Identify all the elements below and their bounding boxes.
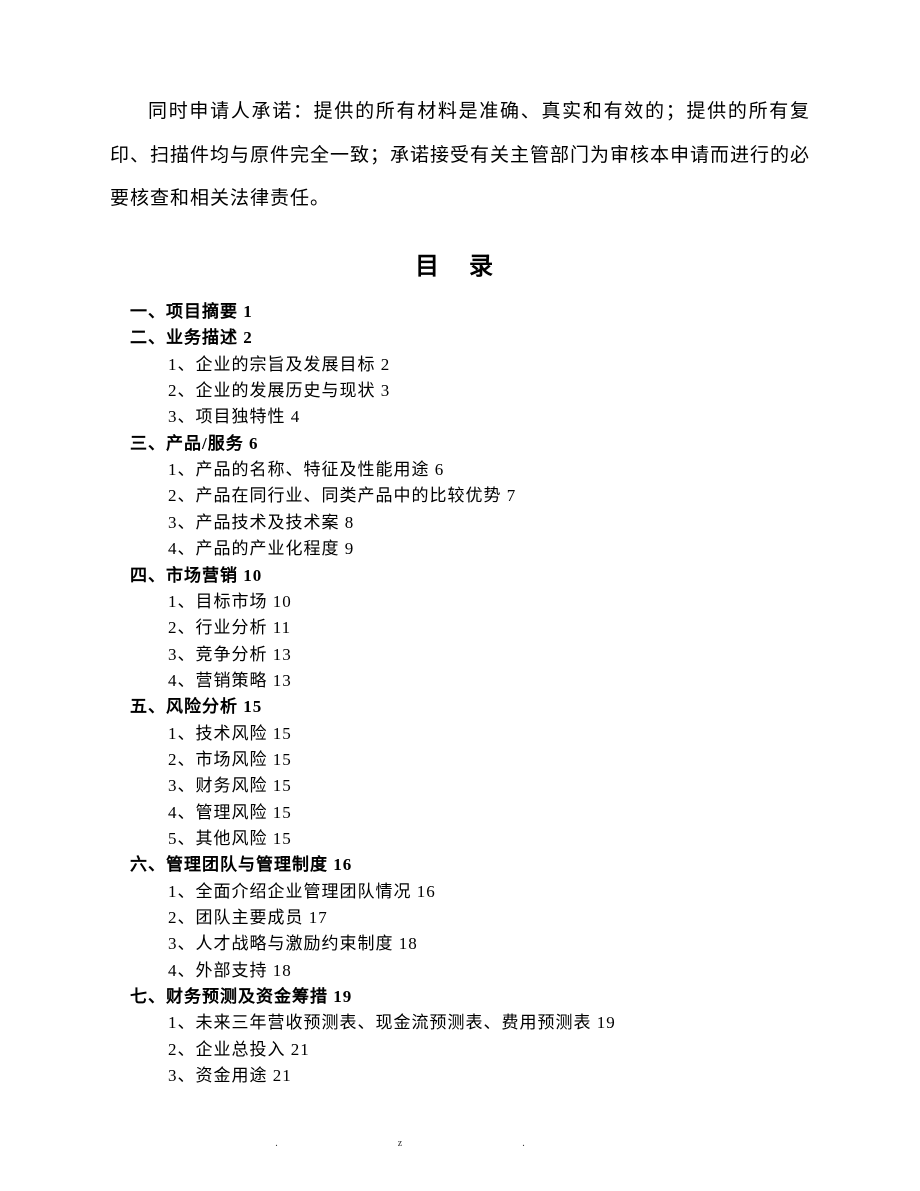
- toc-subsection: 2、团队主要成员 17: [168, 905, 810, 931]
- toc-subsection: 1、企业的宗旨及发展目标 2: [168, 352, 810, 378]
- toc-subsection: 3、资金用途 21: [168, 1063, 810, 1089]
- toc-section: 六、管理团队与管理制度 16: [130, 852, 810, 878]
- toc-subsection: 2、企业的发展历史与现状 3: [168, 378, 810, 404]
- toc-subsection: 3、人才战略与激励约束制度 18: [168, 931, 810, 957]
- toc-subsection: 3、财务风险 15: [168, 773, 810, 799]
- page-footer: .z.: [0, 1138, 920, 1149]
- toc-subsection: 2、行业分析 11: [168, 615, 810, 641]
- footer-mark-left: .: [275, 1138, 398, 1149]
- toc-subsection: 1、目标市场 10: [168, 589, 810, 615]
- toc-subsection: 2、市场风险 15: [168, 747, 810, 773]
- toc-section: 三、产品/服务 6: [130, 431, 810, 457]
- toc-subsection: 1、未来三年营收预测表、现金流预测表、费用预测表 19: [168, 1010, 810, 1036]
- toc-subsection: 4、管理风险 15: [168, 800, 810, 826]
- toc-subsection: 2、企业总投入 21: [168, 1037, 810, 1063]
- toc-section: 四、市场营销 10: [130, 563, 810, 589]
- toc-section: 二、业务描述 2: [130, 325, 810, 351]
- toc-subsection: 4、外部支持 18: [168, 958, 810, 984]
- toc-subsection: 3、项目独特性 4: [168, 404, 810, 430]
- toc-section: 一、项目摘要 1: [130, 299, 810, 325]
- table-of-contents: 一、项目摘要 1二、业务描述 21、企业的宗旨及发展目标 22、企业的发展历史与…: [110, 299, 810, 1089]
- toc-subsection: 1、技术风险 15: [168, 721, 810, 747]
- toc-subsection: 3、竞争分析 13: [168, 642, 810, 668]
- footer-mark-right: z.: [398, 1138, 645, 1149]
- toc-subsection: 3、产品技术及技术案 8: [168, 510, 810, 536]
- toc-subsection: 2、产品在同行业、同类产品中的比较优势 7: [168, 483, 810, 509]
- toc-subsection: 1、产品的名称、特征及性能用途 6: [168, 457, 810, 483]
- toc-subsection: 4、产品的产业化程度 9: [168, 536, 810, 562]
- toc-subsection: 5、其他风险 15: [168, 826, 810, 852]
- intro-paragraph: 同时申请人承诺：提供的所有材料是准确、真实和有效的；提供的所有复印、扫描件均与原…: [110, 90, 810, 221]
- toc-subsection: 4、营销策略 13: [168, 668, 810, 694]
- toc-title: 目 录: [110, 246, 810, 281]
- toc-section: 七、财务预测及资金筹措 19: [130, 984, 810, 1010]
- toc-subsection: 1、全面介绍企业管理团队情况 16: [168, 879, 810, 905]
- toc-section: 五、风险分析 15: [130, 694, 810, 720]
